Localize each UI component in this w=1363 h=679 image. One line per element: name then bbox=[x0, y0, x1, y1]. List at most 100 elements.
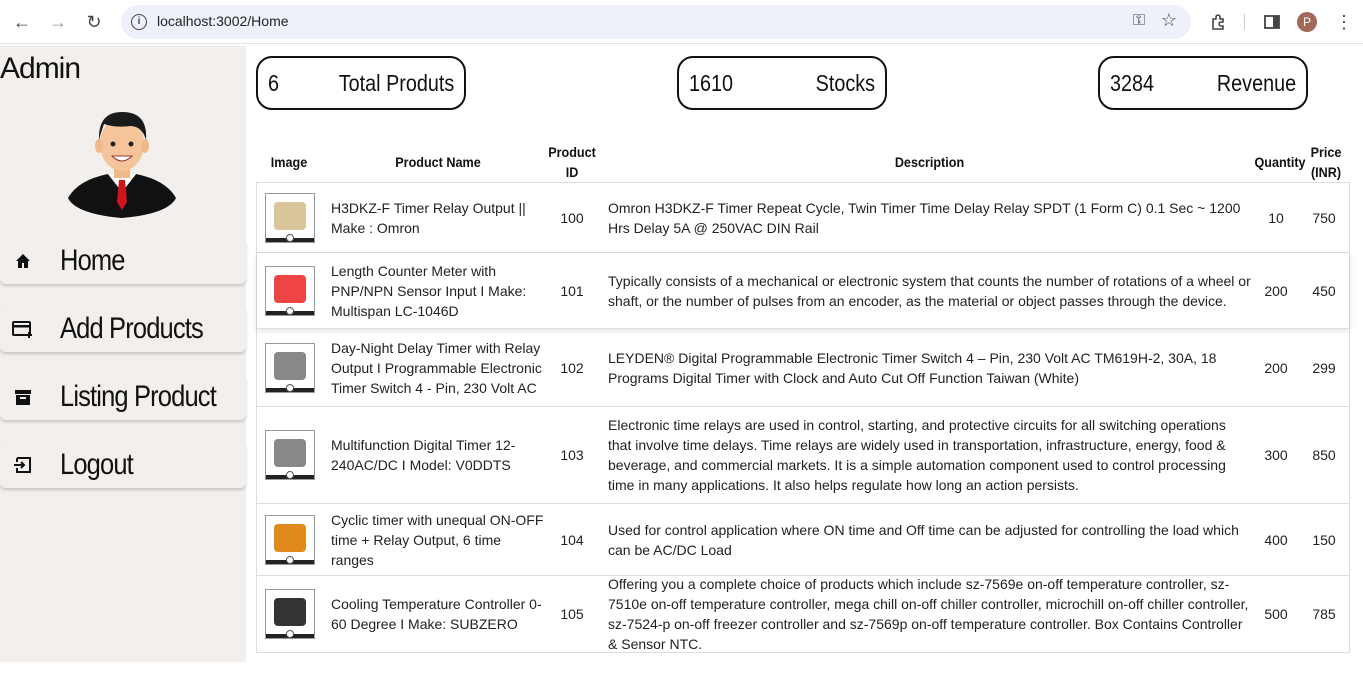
product-price: 150 bbox=[1312, 531, 1336, 548]
product-quantity: 500 bbox=[1264, 606, 1288, 622]
password-key-icon[interactable]: ⚿ bbox=[1133, 12, 1145, 30]
stocks-label: Stocks bbox=[815, 69, 875, 96]
product-id-cell: 102 bbox=[553, 329, 591, 406]
product-name-cell: H3DKZ-F Timer Relay Output || Make : Omr… bbox=[331, 183, 547, 252]
product-description-cell: LEYDEN® Digital Programmable Electronic … bbox=[608, 329, 1253, 406]
thumbnail-dot bbox=[286, 555, 294, 564]
table-row[interactable]: Multifunction Digital Timer 12-240AC/DC … bbox=[257, 407, 1349, 504]
revenue-label: Revenue bbox=[1216, 69, 1296, 96]
total-products-label: Total Produts bbox=[338, 69, 454, 96]
product-description: Used for control application where ON ti… bbox=[608, 521, 1239, 558]
product-description: LEYDEN® Digital Programmable Electronic … bbox=[608, 349, 1217, 386]
product-thumbnail[interactable] bbox=[265, 265, 315, 316]
bookmark-star-icon[interactable]: ☆ bbox=[1161, 10, 1177, 31]
product-id: 102 bbox=[560, 359, 584, 376]
total-products-card: 6 Total Produts bbox=[256, 56, 466, 110]
product-thumbnail[interactable] bbox=[265, 589, 315, 639]
product-id-cell: 104 bbox=[553, 504, 591, 575]
sidebar-item-label: Home bbox=[60, 244, 125, 277]
product-thumbnail-body bbox=[274, 201, 306, 230]
product-name: Cyclic timer with unequal ON-OFF time + … bbox=[331, 511, 544, 568]
products-table-body: H3DKZ-F Timer Relay Output || Make : Omr… bbox=[256, 182, 1350, 653]
product-price: 750 bbox=[1312, 209, 1336, 226]
product-quantity-cell: 300 bbox=[1253, 407, 1299, 503]
sidebar-item-listing-product[interactable]: Listing Product bbox=[0, 374, 246, 420]
product-name-cell: Length Counter Meter with PNP/NPN Sensor… bbox=[331, 253, 547, 328]
product-quantity-cell: 200 bbox=[1253, 329, 1299, 406]
revenue-card: 3284 Revenue bbox=[1098, 56, 1308, 110]
header-price-line1: Price bbox=[1310, 144, 1342, 160]
product-thumbnail[interactable] bbox=[265, 514, 315, 565]
product-price: 785 bbox=[1312, 606, 1336, 622]
product-price: 450 bbox=[1312, 282, 1336, 299]
sidebar-item-label: Logout bbox=[60, 448, 134, 481]
product-price-cell: 150 bbox=[1307, 504, 1341, 575]
profile-avatar[interactable]: P bbox=[1297, 12, 1317, 32]
product-thumbnail-body bbox=[274, 523, 306, 552]
total-products-value: 6 bbox=[268, 69, 280, 96]
table-row[interactable]: Cooling Temperature Controller 0-60 Degr… bbox=[257, 576, 1349, 652]
product-quantity: 200 bbox=[1264, 282, 1288, 299]
sidebar: Admin Home Add Products Listing Product bbox=[0, 46, 246, 662]
header-product-id-line1: Product bbox=[548, 144, 596, 160]
product-description: Electronic time relays are used in contr… bbox=[608, 417, 1226, 493]
archive-icon bbox=[6, 387, 40, 407]
thumbnail-dot bbox=[286, 630, 294, 638]
product-image-cell bbox=[265, 407, 315, 503]
product-image-cell bbox=[265, 329, 315, 406]
sidebar-item-add-products[interactable]: Add Products bbox=[0, 306, 246, 352]
product-id: 105 bbox=[560, 606, 584, 622]
product-name: Day-Night Delay Timer with Relay Output … bbox=[331, 339, 542, 396]
table-row[interactable]: Cyclic timer with unequal ON-OFF time + … bbox=[257, 504, 1349, 576]
product-name: Length Counter Meter with PNP/NPN Sensor… bbox=[331, 262, 527, 319]
stocks-value: 1610 bbox=[689, 69, 734, 96]
site-info-icon[interactable]: i bbox=[131, 14, 147, 30]
forward-arrow-icon[interactable]: → bbox=[46, 10, 70, 34]
sidebar-item-logout[interactable]: Logout bbox=[0, 442, 246, 488]
product-quantity-cell: 500 bbox=[1253, 576, 1299, 652]
product-price: 850 bbox=[1312, 447, 1336, 463]
table-row[interactable]: H3DKZ-F Timer Relay Output || Make : Omr… bbox=[257, 183, 1349, 253]
product-thumbnail[interactable] bbox=[265, 430, 315, 480]
header-product-id-line2: ID bbox=[565, 164, 579, 180]
revenue-value: 3284 bbox=[1110, 69, 1155, 96]
reload-icon[interactable]: ↻ bbox=[82, 10, 106, 34]
table-row[interactable]: Length Counter Meter with PNP/NPN Sensor… bbox=[257, 253, 1349, 329]
product-description-cell: Offering you a complete choice of produc… bbox=[608, 576, 1253, 652]
product-price-cell: 785 bbox=[1307, 576, 1341, 652]
header-price: Price (INR) bbox=[1310, 142, 1342, 182]
product-price-cell: 750 bbox=[1307, 183, 1341, 252]
sidebar-title: Admin bbox=[0, 52, 81, 85]
sidebar-item-label: Listing Product bbox=[60, 380, 217, 413]
product-thumbnail[interactable] bbox=[265, 192, 315, 243]
product-description: Omron H3DKZ-F Timer Repeat Cycle, Twin T… bbox=[608, 199, 1241, 236]
more-menu-icon[interactable]: ⋮ bbox=[1332, 10, 1356, 34]
product-thumbnail-body bbox=[274, 439, 306, 467]
header-image: Image bbox=[270, 154, 308, 170]
product-price-cell: 299 bbox=[1307, 329, 1341, 406]
header-product-id: Product ID bbox=[548, 142, 596, 182]
admin-avatar bbox=[68, 112, 176, 218]
address-bar[interactable]: i localhost:3002/Home ⚿ ☆ bbox=[121, 5, 1191, 39]
product-quantity: 200 bbox=[1264, 359, 1288, 376]
home-icon bbox=[6, 251, 40, 271]
table-row[interactable]: Day-Night Delay Timer with Relay Output … bbox=[257, 329, 1349, 407]
product-id-cell: 103 bbox=[553, 407, 591, 503]
product-name-cell: Cooling Temperature Controller 0-60 Degr… bbox=[331, 576, 547, 652]
product-id-cell: 101 bbox=[553, 253, 591, 328]
product-description-cell: Omron H3DKZ-F Timer Repeat Cycle, Twin T… bbox=[608, 183, 1253, 252]
product-description-cell: Used for control application where ON ti… bbox=[608, 504, 1253, 575]
product-thumbnail[interactable] bbox=[265, 342, 315, 393]
product-name-cell: Cyclic timer with unequal ON-OFF time + … bbox=[331, 504, 547, 575]
extensions-icon[interactable] bbox=[1206, 10, 1230, 34]
url-text[interactable]: localhost:3002/Home bbox=[157, 13, 289, 29]
product-thumbnail-body bbox=[274, 274, 306, 303]
product-id: 103 bbox=[560, 447, 584, 463]
product-price-cell: 850 bbox=[1307, 407, 1341, 503]
back-arrow-icon[interactable]: ← bbox=[10, 10, 34, 34]
sidebar-item-home[interactable]: Home bbox=[0, 238, 246, 284]
product-image-cell bbox=[265, 253, 315, 328]
product-price-cell: 450 bbox=[1307, 253, 1341, 328]
product-id: 100 bbox=[560, 209, 584, 226]
side-panel-icon[interactable] bbox=[1260, 10, 1284, 34]
